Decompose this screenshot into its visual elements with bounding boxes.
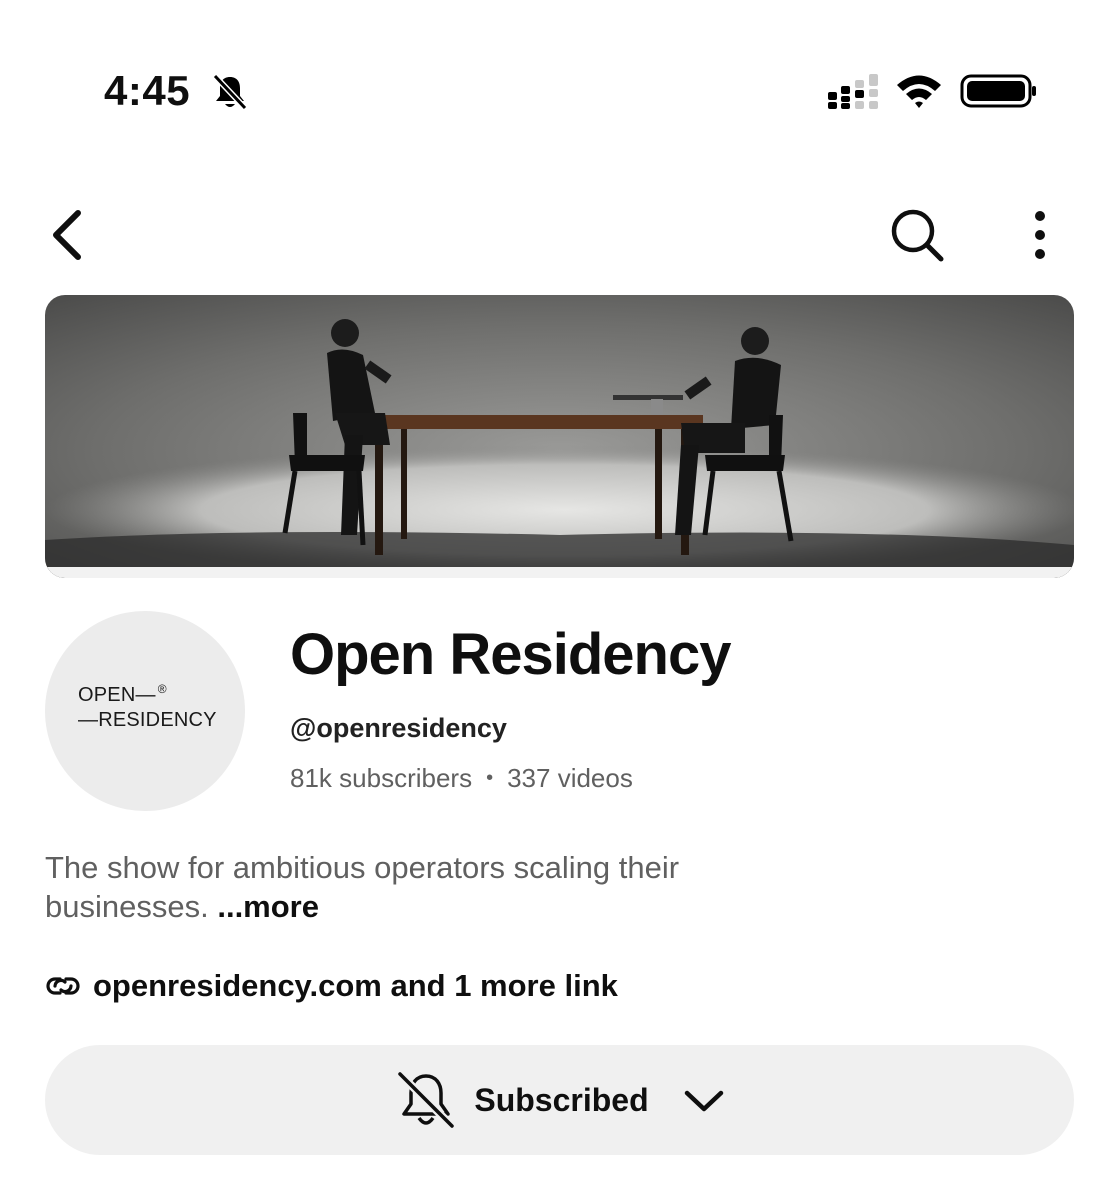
search-button[interactable] [880,200,954,270]
description-text: The show for ambitious operators scaling… [45,850,680,924]
subscriber-count: 81k subscribers [290,763,473,793]
signal-icon [826,72,882,110]
avatar-logo: OPEN— ® —RESIDENCY [78,682,217,733]
avatar-logo-line1: OPEN— [78,684,156,706]
chevron-left-icon [53,210,81,260]
battery-icon [960,72,1038,110]
registered-mark: ® [157,682,167,696]
channel-links[interactable]: openresidency.com and 1 more link [45,964,618,1008]
channel-name: Open Residency [290,622,731,687]
wifi-icon [894,72,944,110]
video-count: 337 videos [507,763,633,793]
bell-slash-icon [397,1071,456,1129]
status-bar: 4:45 [0,0,1118,160]
more-vertical-icon [1035,211,1045,259]
channel-stats: 81k subscribers • 337 videos [290,760,633,799]
search-icon [891,209,944,262]
avatar-logo-line2: —RESIDENCY [78,709,217,731]
chevron-down-icon [684,1090,723,1112]
link-icon [46,977,80,995]
channel-banner [45,295,1074,578]
status-time: 4:45 [104,67,191,114]
more-options-button[interactable] [1010,200,1070,270]
subscribed-label: Subscribed [474,1081,649,1118]
more-link[interactable]: ...more [217,889,319,924]
back-button[interactable] [38,200,94,270]
channel-description[interactable]: The show for ambitious operators scaling… [45,848,845,926]
subscribed-button[interactable]: Subscribed [45,1045,1074,1155]
channel-avatar[interactable]: OPEN— ® —RESIDENCY [45,611,245,811]
bell-slash-icon [210,72,250,112]
stats-separator: • [486,767,494,789]
channel-handle: @openresidency [290,713,507,743]
links-label: openresidency.com and 1 more link [93,968,618,1003]
